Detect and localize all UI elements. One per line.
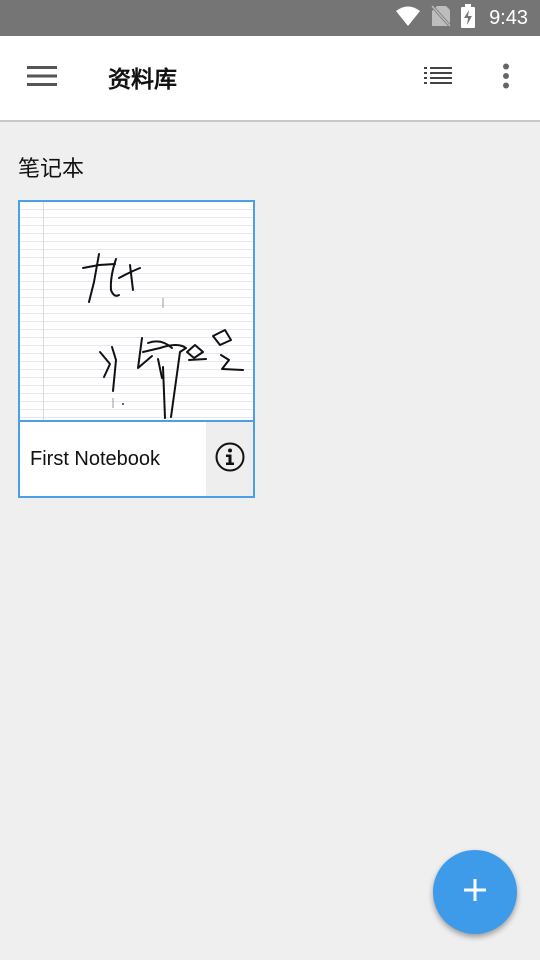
no-sim-icon bbox=[430, 4, 452, 32]
list-view-icon bbox=[424, 67, 452, 89]
info-icon bbox=[215, 442, 245, 476]
notebook-card-footer: First Notebook bbox=[20, 422, 253, 496]
more-options-button[interactable] bbox=[488, 58, 524, 98]
list-view-button[interactable] bbox=[418, 58, 458, 98]
handwriting-sketch bbox=[82, 253, 244, 419]
menu-button[interactable] bbox=[20, 58, 64, 98]
add-icon bbox=[462, 877, 488, 907]
wifi-icon bbox=[395, 5, 421, 31]
notebook-card[interactable]: First Notebook bbox=[18, 200, 255, 498]
status-icons: 9:43 bbox=[395, 0, 528, 36]
battery-charging-icon bbox=[461, 4, 476, 32]
more-vert-icon bbox=[502, 63, 510, 93]
notebook-thumbnail[interactable] bbox=[20, 202, 253, 422]
notebook-name[interactable]: First Notebook bbox=[30, 448, 160, 471]
status-time: 9:43 bbox=[489, 6, 528, 29]
app-bar: 资料库 bbox=[0, 36, 540, 122]
hamburger-menu-icon bbox=[27, 65, 57, 91]
page-title: 资料库 bbox=[108, 67, 177, 93]
section-title: 笔记本 bbox=[18, 157, 85, 182]
add-notebook-button[interactable] bbox=[433, 850, 517, 934]
status-bar: 9:43 bbox=[0, 0, 540, 36]
notebook-info-button[interactable] bbox=[206, 422, 253, 496]
